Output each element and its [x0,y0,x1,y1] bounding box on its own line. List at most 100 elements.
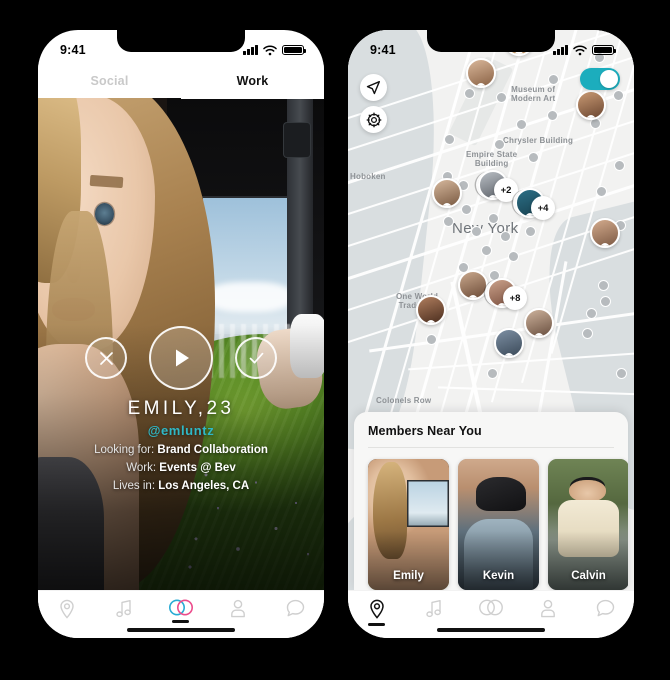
sidebar-item-profile[interactable] [217,599,259,618]
status-time: 9:41 [60,43,86,57]
visibility-toggle[interactable] [580,68,620,90]
map-dot[interactable] [487,368,498,379]
member-name: Emily [393,570,424,582]
sidebar-item-music[interactable] [103,599,145,618]
map-dot[interactable] [528,152,539,163]
music-note-icon [426,600,441,618]
map-dot[interactable] [444,134,455,145]
profile-lives-in: Lives in: Los Angeles, CA [52,480,310,492]
toggle-knob [600,70,618,88]
chat-bubble-icon [286,599,305,617]
map-settings-button[interactable] [360,106,387,133]
looking-for-value: Brand Collaboration [157,444,268,456]
wifi-icon [263,45,277,55]
map-dot[interactable] [525,226,536,237]
locate-me-button[interactable] [360,74,387,101]
profile-handle[interactable]: @emluntz [52,423,310,438]
map-avatar-pin[interactable] [432,178,462,208]
map-dot[interactable] [494,139,505,150]
tab-social-label: Social [90,74,129,88]
screenshot-root: EMILY,23 @emluntz Looking for: Brand Col… [0,0,670,680]
top-tab-bar: Social Work [38,64,324,99]
sidebar-item-profile[interactable] [527,599,569,618]
map-dot[interactable] [616,368,627,379]
chat-bubble-icon [596,599,615,617]
member-card[interactable]: Calvin [548,459,628,590]
map-dot[interactable] [548,74,559,85]
map-avatar-pin[interactable] [524,308,554,338]
member-name: Calvin [571,570,606,582]
accept-button[interactable] [235,337,277,379]
profile-work: Work: Events @ Bev [52,462,310,474]
cluster-badge[interactable]: +4 [531,196,555,220]
page-title: EMILY,23 [127,398,235,419]
map-dot[interactable] [461,204,472,215]
map-dot[interactable] [464,88,475,99]
sheet-divider [368,447,614,448]
sidebar-item-match[interactable] [470,599,512,616]
map-dot[interactable] [594,52,605,63]
map-dot[interactable] [488,213,499,224]
map-dot[interactable] [582,328,593,339]
map-dot[interactable] [426,334,437,345]
map-avatar-pin[interactable] [466,58,496,88]
map-avatar-pin[interactable] [416,295,446,325]
sidebar-item-match[interactable] [160,599,202,623]
sidebar-item-chat[interactable] [584,599,626,618]
map-dot[interactable] [496,92,507,103]
nav-active-indicator [368,623,386,626]
map-avatar-pin[interactable] [590,218,620,248]
status-icons [243,44,307,56]
cluster-badge[interactable]: +2 [494,178,518,202]
check-icon [249,352,263,363]
overlapping-circles-icon [479,599,503,616]
map-dot[interactable] [443,216,454,227]
map-dot[interactable] [500,231,511,242]
member-name: Kevin [482,570,515,582]
play-button[interactable] [149,326,213,390]
sidebar-item-chat[interactable] [274,599,316,618]
member-card[interactable]: Kevin [458,459,539,590]
battery-full-icon [282,44,307,56]
close-x-icon [99,351,113,365]
map-dot[interactable] [600,296,611,307]
looking-for-label: Looking for: [94,444,155,456]
nav-active-indicator [172,620,190,623]
tab-work-label: Work [236,74,269,88]
tab-work[interactable]: Work [181,64,324,99]
map-dot[interactable] [613,90,624,101]
person-icon [231,599,246,618]
map-avatar-pin[interactable] [576,90,606,120]
reject-button[interactable] [85,337,127,379]
member-card-list[interactable]: Emily Kevin Calvin [368,459,628,590]
map-dot[interactable] [547,110,558,121]
map-dot[interactable] [586,308,597,319]
music-note-icon [116,600,131,618]
location-pin-icon [369,599,384,619]
map-dot[interactable] [614,160,625,171]
sidebar-item-location[interactable] [356,599,398,626]
phone-left: EMILY,23 @emluntz Looking for: Brand Col… [38,30,324,638]
map-dot[interactable] [516,119,527,130]
phone-right: Hoboken New York Empire State Building C… [348,30,634,638]
cluster-badge[interactable]: +8 [503,286,527,310]
lives-value: Los Angeles, CA [158,480,250,492]
map-avatar-pin[interactable] [458,270,488,300]
map-avatar-pin[interactable] [494,328,524,358]
profile-info: EMILY,23 @emluntz Looking for: Brand Col… [38,398,324,492]
device-notch [117,30,245,52]
map-dot[interactable] [596,186,607,197]
member-card[interactable]: Emily [368,459,449,590]
members-near-you-panel: Members Near You Emily Kevin Calvin [354,412,628,590]
map-dot[interactable] [471,226,482,237]
person-icon [541,599,556,618]
map-dot[interactable] [508,251,519,262]
lives-label: Lives in: [112,480,156,492]
map-dot[interactable] [481,245,492,256]
profile-looking-for: Looking for: Brand Collaboration [52,444,310,456]
tab-social[interactable]: Social [38,64,181,98]
map-dot[interactable] [598,280,609,291]
gear-icon [366,112,381,127]
sidebar-item-music[interactable] [413,599,455,618]
sidebar-item-location[interactable] [46,599,88,619]
